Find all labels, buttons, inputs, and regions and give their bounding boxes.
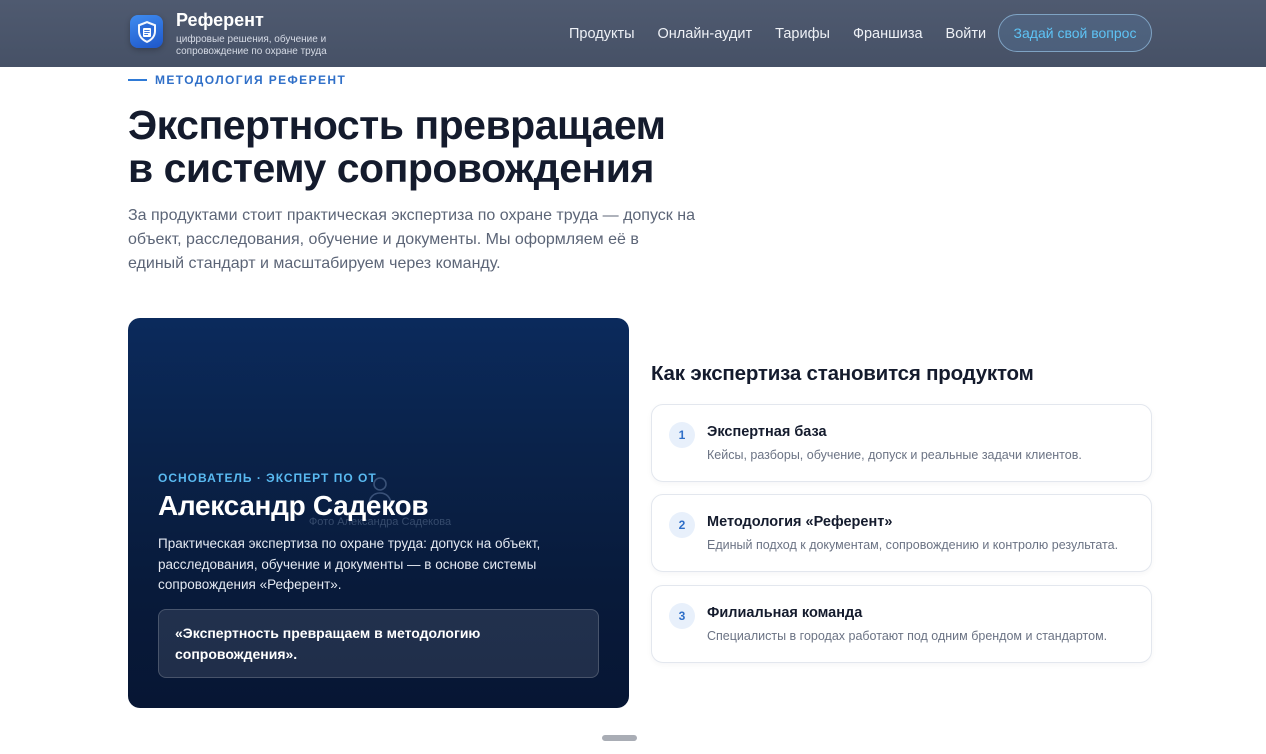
hero-lead: За продуктами стоит практическая эксперт… <box>128 207 695 272</box>
nav-online-audit[interactable]: Онлайн-аудит <box>658 26 753 42</box>
nav-products[interactable]: Продукты <box>569 26 635 42</box>
brand[interactable]: Референт цифровые решения, обучение и со… <box>130 10 346 58</box>
ask-question-button[interactable]: Задай свой вопрос <box>998 14 1152 52</box>
step-number: 3 <box>669 603 695 629</box>
kicker-line <box>128 79 147 81</box>
section-kicker: МЕТОДОЛОГИЯ РЕФЕРЕНТ <box>128 73 346 87</box>
step-number: 2 <box>669 512 695 538</box>
steps-title: Как экспертиза становится продуктом <box>651 362 1034 385</box>
founder-quote: «Экспертность превращаем в методологию с… <box>158 609 599 678</box>
step-description: Специалисты в городах работают под одним… <box>707 629 1108 643</box>
founder-card: Фото Александра Садекова ОСНОВАТЕЛЬ · ЭК… <box>128 318 629 708</box>
scroll-indicator[interactable] <box>602 735 637 741</box>
title-line-2: в систему сопровождения <box>128 145 654 191</box>
kicker-text: МЕТОДОЛОГИЯ РЕФЕРЕНТ <box>155 73 347 87</box>
title-line-1: Экспертность превращаем <box>128 102 666 148</box>
founder-description: Практическая экспертиза по охране труда:… <box>158 536 541 592</box>
step-title: Методология «Референт» <box>707 514 893 530</box>
step-number: 1 <box>669 422 695 448</box>
founder-role: ОСНОВАТЕЛЬ · ЭКСПЕРТ ПО ОТ <box>158 471 377 485</box>
nav-tariffs[interactable]: Тарифы <box>775 26 830 42</box>
step-title: Экспертная база <box>707 424 827 440</box>
founder-name: Александр Садеков <box>158 490 429 521</box>
brand-tagline: цифровые решения, обучение и сопровожден… <box>176 34 327 57</box>
step-title: Филиальная команда <box>707 605 863 621</box>
step-card-expert-base: 1 Экспертная база Кейсы, разборы, обучен… <box>651 404 1152 482</box>
nav-login[interactable]: Войти <box>946 26 987 42</box>
main-nav: Продукты Онлайн-аудит Тарифы Франшиза Во… <box>569 0 986 67</box>
brand-text: Референт цифровые решения, обучение и со… <box>176 10 346 58</box>
shield-document-icon <box>130 15 163 48</box>
step-card-methodology: 2 Методология «Референт» Единый подход к… <box>651 494 1152 572</box>
page-title: Экспертность превращаем в систему сопров… <box>128 104 728 190</box>
brand-name: Референт <box>176 10 264 30</box>
step-description: Кейсы, разборы, обучение, допуск и реаль… <box>707 448 1082 462</box>
step-description: Единый подход к документам, сопровождени… <box>707 538 1119 552</box>
step-card-branch-team: 3 Филиальная команда Специалисты в город… <box>651 585 1152 663</box>
nav-franchise[interactable]: Франшиза <box>853 26 923 42</box>
site-header: Референт цифровые решения, обучение и со… <box>0 0 1266 67</box>
